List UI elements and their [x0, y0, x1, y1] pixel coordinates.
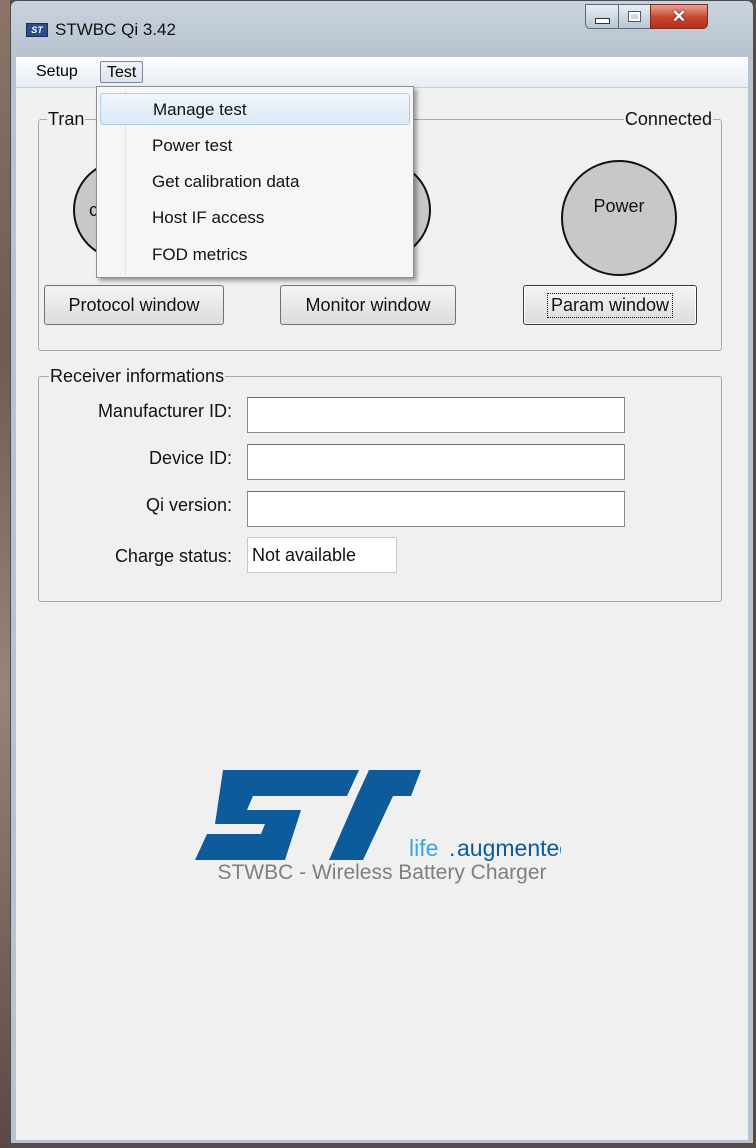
charge-status-value: Not available — [247, 537, 397, 573]
menu-test[interactable]: Test — [100, 61, 144, 83]
menu-item-fod-metrics[interactable]: FOD metrics — [100, 239, 410, 271]
connection-status: Connected — [623, 109, 713, 129]
transmitter-group-label: Tran — [47, 109, 86, 129]
charge-status-label: Charge status: — [114, 546, 232, 566]
power-indicator-label: Power — [593, 196, 645, 216]
menu-item-get-calibration-data[interactable]: Get calibration data — [100, 166, 410, 198]
slogan-life: life — [409, 835, 438, 861]
slogan-augmented: augmented — [457, 835, 561, 861]
menu-bar: Setup Test — [16, 57, 748, 88]
window-title: STWBC Qi 3.42 — [55, 20, 176, 39]
menu-setup[interactable]: Setup — [30, 61, 84, 83]
param-window-button[interactable]: Param window — [523, 285, 697, 325]
protocol-window-button[interactable]: Protocol window — [44, 285, 224, 325]
minimize-icon — [594, 17, 610, 24]
slogan-dot: . — [449, 835, 455, 861]
receiver-group-label: Receiver informations — [49, 366, 226, 386]
st-app-icon[interactable]: ST — [26, 23, 48, 37]
menu-item-manage-test[interactable]: Manage test — [100, 93, 410, 125]
menu-item-host-if-access[interactable]: Host IF access — [100, 202, 410, 234]
manufacturer-id-label: Manufacturer ID: — [97, 401, 232, 421]
power-indicator: Power — [561, 160, 677, 276]
test-menu-dropdown: Manage test Power test Get calibration d… — [96, 86, 414, 278]
close-button[interactable]: ✕ — [650, 4, 708, 29]
menu-item-power-test[interactable]: Power test — [100, 130, 410, 162]
receiver-group: Receiver informations Manufacturer ID: D… — [38, 366, 722, 602]
maximize-icon — [628, 11, 641, 22]
qi-version-field[interactable] — [247, 491, 625, 527]
qi-version-label: Qi version: — [145, 495, 232, 515]
device-id-field[interactable] — [247, 444, 625, 480]
close-icon: ✕ — [671, 7, 687, 26]
maximize-button[interactable] — [618, 4, 651, 29]
desktop-background — [0, 0, 10, 1148]
st-logo-s-shape — [195, 770, 359, 860]
monitor-window-button[interactable]: Monitor window — [280, 285, 456, 325]
minimize-button[interactable] — [585, 4, 619, 29]
param-window-label: Param window — [546, 292, 674, 318]
title-bar[interactable]: ST STWBC Qi 3.42 ✕ — [11, 1, 753, 57]
product-tagline: STWBC - Wireless Battery Charger — [217, 861, 547, 884]
manufacturer-id-field[interactable] — [247, 397, 625, 433]
device-id-label: Device ID: — [148, 448, 232, 468]
